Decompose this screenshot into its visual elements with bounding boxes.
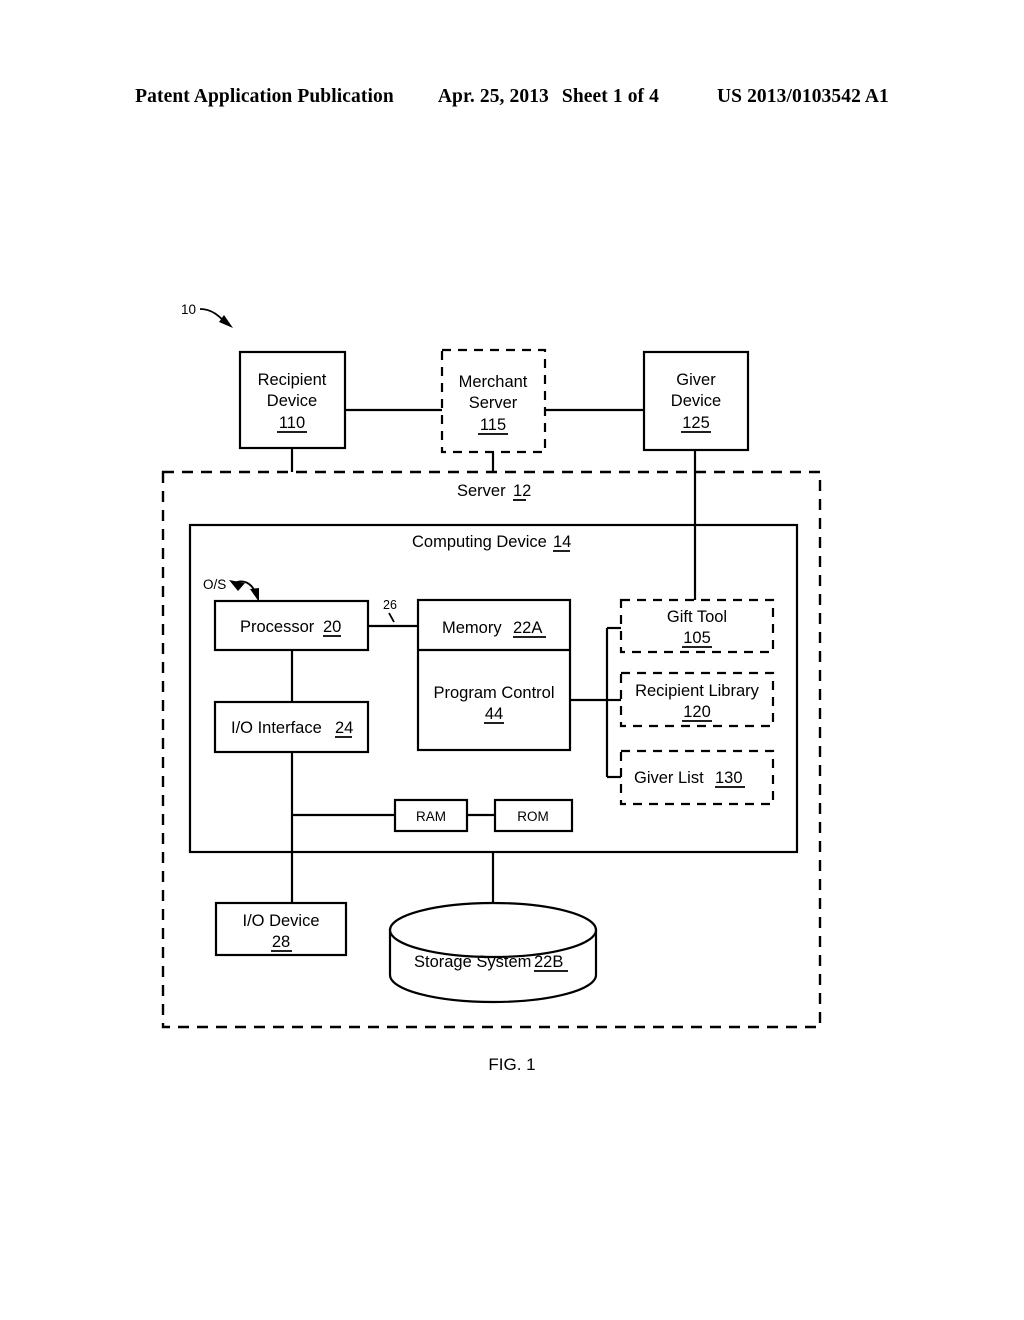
giver-device-line1: Giver [676,371,716,389]
server-ref: 12 [513,482,531,500]
processor-ref: 20 [323,618,341,636]
merchant-server-ref: 115 [480,416,506,434]
program-control-label: Program Control [433,684,554,702]
storage-system-ref: 22B [534,953,563,971]
giver-device-ref: 125 [682,414,710,432]
figure-caption: FIG. 1 [488,1055,536,1074]
giver-list-label: Giver List [634,769,704,787]
recipient-device-line1: Recipient [258,371,327,389]
recipient-device-ref: 110 [279,414,305,432]
processor-label: Processor [240,618,315,636]
ram-label: RAM [416,809,446,824]
recipient-library-label: Recipient Library [635,682,760,700]
memory-label: Memory [442,619,502,637]
io-device-ref: 28 [272,933,290,951]
giver-device-line2: Device [671,392,721,410]
computing-device-label: Computing Device [412,533,547,551]
giver-list-ref: 130 [715,769,743,787]
os-label: O/S [203,577,226,592]
memory-ref: 22A [513,619,542,637]
merchant-server-line2: Server [469,394,518,412]
io-interface-ref: 24 [335,719,353,737]
gift-tool-ref: 105 [683,629,711,647]
system-reference-label: 10 [181,302,196,317]
rom-label: ROM [517,809,549,824]
recipient-device-line2: Device [267,392,317,410]
io-interface-label: I/O Interface [231,719,322,737]
io-device-line1: I/O Device [242,912,319,930]
gift-tool-label: Gift Tool [667,608,727,626]
patent-figure-page: Patent Application Publication Apr. 25, … [0,0,1024,1320]
bus-reference-label: 26 [383,598,397,612]
figure-1-diagram: 10 Server 12 Computing Device 14 Recipie… [161,302,822,1029]
storage-system-label: Storage System [414,953,531,971]
storage-system-cylinder-top [388,901,598,959]
program-control-ref: 44 [485,705,503,723]
system-reference-arrowhead [219,315,233,328]
computing-device-ref: 14 [553,533,571,551]
server-label: Server [457,482,506,500]
recipient-library-ref: 120 [683,703,711,721]
merchant-server-line1: Merchant [459,373,528,391]
